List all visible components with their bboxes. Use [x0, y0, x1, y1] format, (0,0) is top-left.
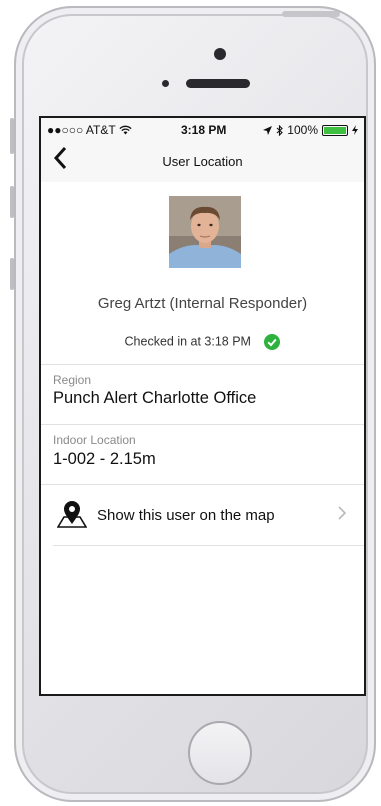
proximity-sensor	[162, 80, 169, 87]
divider	[41, 424, 364, 425]
volume-up-button	[10, 186, 14, 218]
location-arrow-icon	[263, 125, 273, 135]
power-button	[282, 11, 340, 17]
divider	[41, 484, 364, 485]
bluetooth-icon	[276, 124, 284, 136]
region-value: Punch Alert Charlotte Office	[53, 389, 257, 407]
checkin-status: Checked in at 3:18 PM	[41, 334, 364, 350]
status-time: 3:18 PM	[181, 123, 227, 137]
mute-switch	[10, 118, 14, 154]
indoor-location-value: 1-002 - 2.15m	[53, 450, 156, 468]
divider	[53, 545, 364, 546]
volume-down-button	[10, 258, 14, 290]
charging-icon	[352, 125, 358, 135]
earpiece-speaker	[186, 79, 250, 88]
chevron-right-icon	[338, 504, 347, 525]
page-title: User Location	[162, 154, 243, 169]
user-avatar	[169, 196, 241, 268]
indoor-location-label: Indoor Location	[53, 433, 136, 447]
user-name: Greg Artzt (Internal Responder)	[97, 295, 308, 312]
phone-screen: ●●○○○ AT&T 3:18 PM 100% User Location Gr…	[39, 116, 366, 696]
carrier-label: ●●○○○ AT&T	[47, 123, 116, 137]
divider	[41, 364, 364, 365]
checkin-text: Checked in at 3:18 PM	[124, 334, 251, 349]
battery-percent: 100%	[287, 123, 318, 137]
region-label: Region	[53, 373, 92, 387]
home-button[interactable]	[188, 721, 252, 785]
checkmark-circle-icon	[264, 334, 281, 350]
show-on-map-label: Show this user on the map	[97, 507, 275, 524]
show-on-map-row[interactable]: Show this user on the map	[41, 488, 364, 543]
map-pin-icon	[57, 501, 87, 528]
front-camera	[214, 48, 226, 60]
battery-icon	[322, 124, 348, 136]
wifi-icon	[119, 125, 132, 135]
navigation-bar: User Location	[41, 140, 364, 182]
status-bar: ●●○○○ AT&T 3:18 PM 100%	[41, 118, 364, 140]
